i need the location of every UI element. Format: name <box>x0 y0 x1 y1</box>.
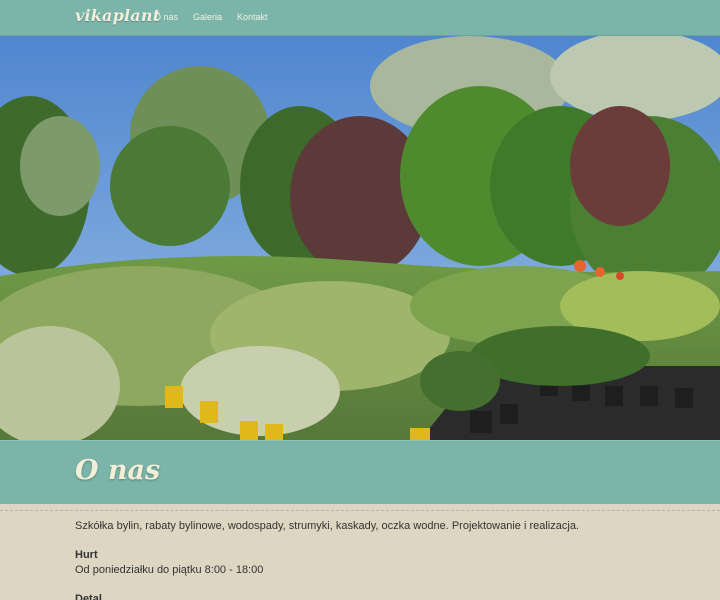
page-title: O nas <box>75 455 161 486</box>
hurt-heading: Hurt <box>75 549 98 561</box>
hurt-hours: Od poniedziałku do piątku 8:00 - 18:00 <box>75 564 264 576</box>
divider <box>0 510 720 511</box>
nav-item-galeria[interactable]: Galeria <box>193 12 222 22</box>
hero-image <box>0 36 720 440</box>
main-content: Szkółka bylin, rabaty bylinowe, wodospad… <box>75 519 675 600</box>
section-header: O nas <box>0 440 720 504</box>
nav-item-kontakt[interactable]: Kontakt <box>237 12 268 22</box>
intro-text: Szkółka bylin, rabaty bylinowe, wodospad… <box>75 520 579 532</box>
nav-item-o-nas[interactable]: O nas <box>154 12 178 22</box>
top-navbar: vikaplant O nas Galeria Kontakt <box>0 0 720 36</box>
detal-heading: Detal <box>75 593 102 600</box>
main-nav: O nas Galeria Kontakt <box>154 12 268 22</box>
site-logo[interactable]: vikaplant <box>75 6 160 25</box>
